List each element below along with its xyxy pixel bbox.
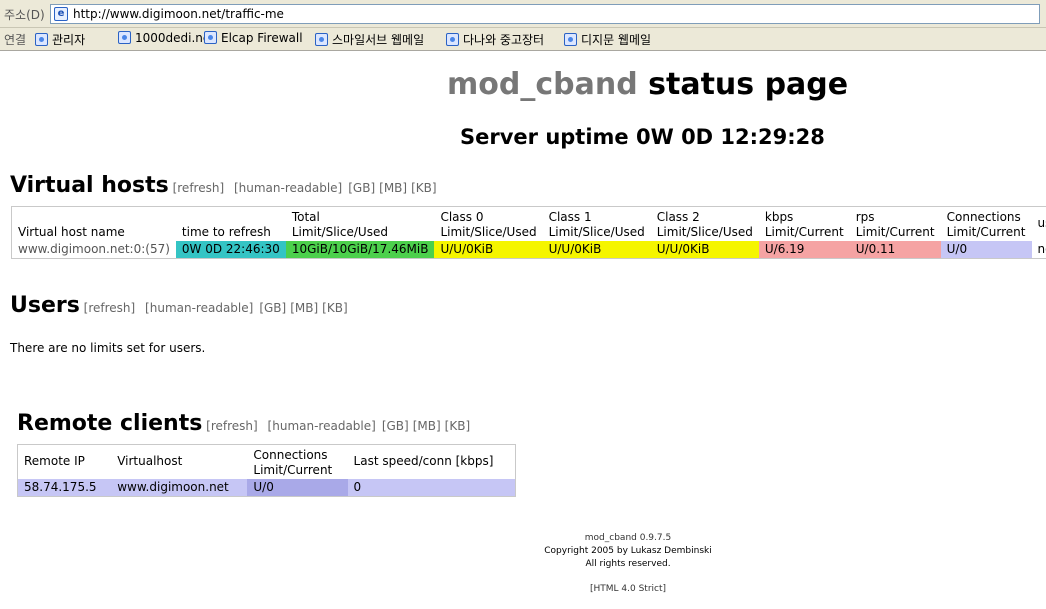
rc-gb-link[interactable]: [GB] <box>382 419 409 433</box>
col-connections: Connections Limit/Current <box>946 209 1026 239</box>
link-digimoon-webmail[interactable]: 디지문 웹메일 <box>564 31 651 48</box>
remote-clients-table: Remote IP Virtualhost Connections Limit/C… <box>17 444 516 497</box>
users-mb-link[interactable]: [MB] <box>290 301 318 315</box>
col-virtual-host-name: Virtual host name <box>18 224 125 239</box>
links-bar: 연결 관리자 1000dedi.net Elcap Firewall 스마일서브… <box>0 28 1046 51</box>
link-icon <box>446 33 459 46</box>
users-empty-message: There are no limits set for users. <box>10 341 206 355</box>
vh-class2-cell: U/U/0KiB <box>650 240 759 258</box>
users-title: Users <box>10 293 80 318</box>
link-smileserv-webmail[interactable]: 스마일서브 웹메일 <box>315 31 424 48</box>
table-header-row: Remote IP Virtualhost Connections Limit/C… <box>18 445 516 479</box>
col-class0: Class 0 Limit/Slice/Used <box>440 209 537 239</box>
col-time-to-refresh: time to refresh <box>181 224 271 239</box>
link-admin[interactable]: 관리자 <box>35 31 85 48</box>
link-1000dedi[interactable]: 1000dedi.net <box>118 31 215 45</box>
virtual-hosts-title: Virtual hosts <box>10 173 169 198</box>
users-gb-link[interactable]: [GB] <box>259 301 286 315</box>
page-icon: e <box>54 7 68 21</box>
rc-ip-cell: 58.74.175.5 <box>24 479 97 494</box>
links-label: 연결 <box>4 33 27 47</box>
link-icon <box>204 31 217 44</box>
users-header: Users [refresh] [human-readable] [GB] [MB]… <box>10 293 354 318</box>
server-uptime: Server uptime 0W 0D 12:29:28 <box>460 125 825 149</box>
vh-gb-link[interactable]: [GB] <box>348 181 375 195</box>
link-icon <box>564 33 577 46</box>
url-input[interactable]: e http://www.digimoon.net/traffic-me <box>50 4 1040 24</box>
remote-clients-title: Remote clients <box>17 411 203 436</box>
rc-mb-link[interactable]: [MB] <box>413 419 441 433</box>
virtual-hosts-header: Virtual hosts [refresh] [human-readable]… <box>10 173 443 198</box>
col-kbps: kbps Limit/Current <box>764 209 844 239</box>
col-remote-ip: Remote IP <box>24 454 85 469</box>
col-rps: rps Limit/Current <box>855 209 935 239</box>
col-class1: Class 1 Limit/Slice/Used <box>548 209 645 239</box>
col-user: user <box>1037 216 1046 231</box>
page-title: mod_cband status page <box>447 67 849 102</box>
footer-copyright: Copyright 2005 by Lukasz Dembinski <box>544 546 712 556</box>
link-icon <box>315 33 328 46</box>
col-class2: Class 2 Limit/Slice/Used <box>656 209 753 239</box>
rc-kb-link[interactable]: [KB] <box>445 419 470 433</box>
url-text[interactable]: http://www.digimoon.net/traffic-me <box>73 7 284 21</box>
vh-refresh-cell: 0W 0D 22:46:30 <box>175 240 286 258</box>
vh-name-cell[interactable]: www.digimoon.net:0:(57) <box>12 241 176 259</box>
footer-rights: All rights reserved. <box>585 559 671 569</box>
footer: mod_cband 0.9.7.5 Copyright 2005 by Luka… <box>498 532 758 596</box>
table-row: www.digimoon.net:0:(57) 0W 0D 22:46:30 1… <box>12 240 1046 259</box>
col-virtualhost: Virtualhost <box>117 454 183 469</box>
col-last-speed: Last speed/conn [kbps] <box>353 454 494 469</box>
virtual-hosts-table: Virtual host name time to refresh Total L… <box>11 206 1046 259</box>
footer-version: mod_cband 0.9.7.5 <box>584 533 672 543</box>
rc-speed-cell: 0 <box>353 479 362 494</box>
link-elcap-firewall[interactable]: Elcap Firewall <box>204 31 303 45</box>
vh-human-readable-link[interactable]: [human-readable] <box>234 181 342 195</box>
rc-refresh-link[interactable]: [refresh] <box>206 419 258 433</box>
vh-total-cell: 10GiB/10GiB/17.46MiB <box>285 240 435 258</box>
vh-connections-cell: U/0 <box>940 240 1032 258</box>
table-row: 58.74.175.5 www.digimoon.net U/0 0 <box>17 478 516 496</box>
link-icon <box>118 31 131 44</box>
table-header-row: Virtual host name time to refresh Total L… <box>12 207 1046 241</box>
rc-virtualhost-cell: www.digimoon.net <box>117 479 229 494</box>
vh-mb-link[interactable]: [MB] <box>379 181 407 195</box>
rc-human-readable-link[interactable]: [human-readable] <box>268 419 376 433</box>
vh-class0-cell: U/U/0KiB <box>434 240 543 258</box>
address-label: 주소(D) <box>4 8 45 22</box>
rc-connections-cell: U/0 <box>247 478 348 496</box>
vh-kbps-cell: U/6.19 <box>758 240 850 258</box>
users-refresh-link[interactable]: [refresh] <box>84 301 136 315</box>
col-total: Total Limit/Slice/Used <box>291 209 388 239</box>
vh-user-cell: none <box>1037 241 1046 256</box>
vh-class1-cell: U/U/0KiB <box>542 240 651 258</box>
vh-kb-link[interactable]: [KB] <box>411 181 436 195</box>
address-bar: 주소(D) e http://www.digimoon.net/traffic-… <box>0 0 1046 28</box>
link-danawa-market[interactable]: 다나와 중고장터 <box>446 31 544 48</box>
users-kb-link[interactable]: [KB] <box>322 301 347 315</box>
link-icon <box>35 33 48 46</box>
remote-clients-header: Remote clients [refresh] [human-readable… <box>17 411 476 436</box>
users-human-readable-link[interactable]: [human-readable] <box>145 301 253 315</box>
col-rc-connections: Connections Limit/Current <box>253 447 333 477</box>
vh-rps-cell: U/0.11 <box>849 240 941 258</box>
vh-refresh-link[interactable]: [refresh] <box>173 181 225 195</box>
html-strict-badge[interactable]: [HTML 4.0 Strict] <box>498 583 758 596</box>
